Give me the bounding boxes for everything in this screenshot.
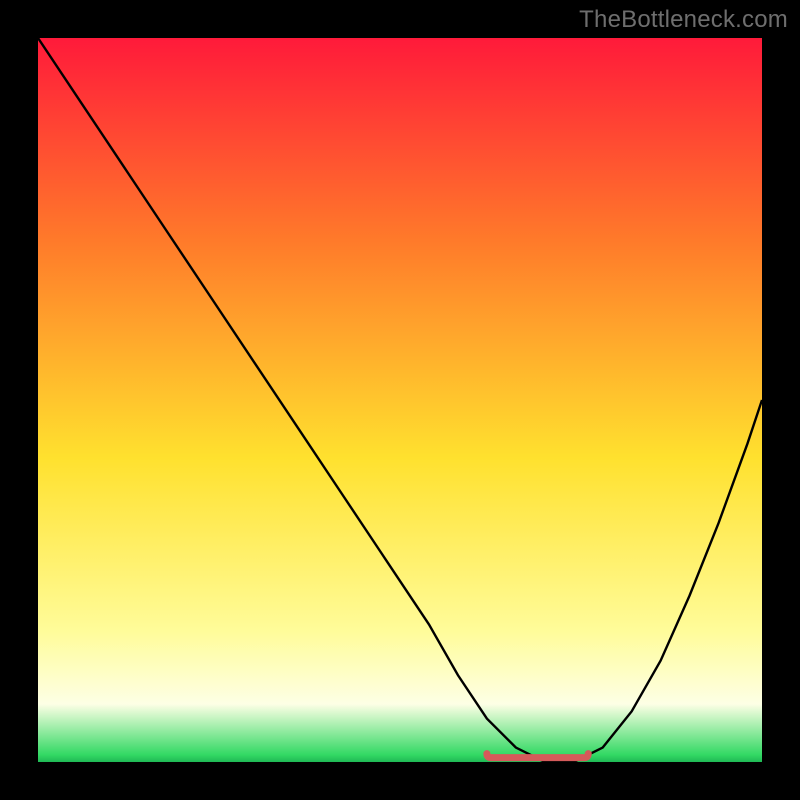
watermark-text: TheBottleneck.com xyxy=(579,6,788,34)
chart-frame: TheBottleneck.com xyxy=(0,0,800,800)
bottleneck-chart xyxy=(38,38,762,762)
plot-area xyxy=(38,38,762,762)
optimal-marker xyxy=(487,754,588,758)
gradient-background xyxy=(38,38,762,762)
